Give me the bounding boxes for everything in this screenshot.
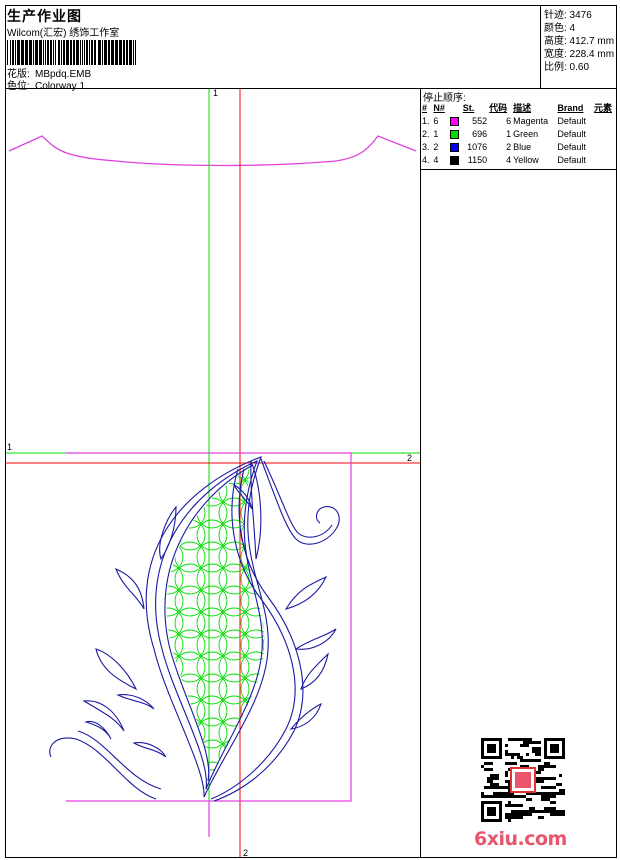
row-needle: 4 [433, 154, 439, 165]
row-swatch [449, 153, 462, 166]
row-brand: Default [557, 115, 586, 126]
table-row: 4. 4 1150 4 Yellow Default [421, 153, 617, 166]
neckline-outline [8, 135, 417, 167]
guide-label-h2: 2 [407, 453, 412, 463]
table-row: 1. 6 552 6 Magenta Default [421, 114, 617, 127]
row-brand: Default [557, 141, 586, 152]
color-swatch [449, 129, 459, 139]
color-swatch [449, 116, 459, 126]
col-needle: N# [433, 102, 445, 113]
design-canvas: 1 1 2 2 [6, 89, 420, 857]
row-element [593, 127, 617, 140]
row-element [593, 114, 617, 127]
row-needle: 1 [433, 128, 439, 139]
row-swatch [449, 114, 462, 127]
panel-divider [420, 88, 421, 858]
stop-sequence-table: # N# St. 代码 描述 Brand 元素 1. 6 552 6 Magenta De… [421, 101, 617, 166]
color-swatch [449, 142, 459, 152]
row-index: 4. [422, 154, 430, 165]
row-desc: Yellow [513, 154, 539, 165]
row-stitches: 552 [472, 115, 488, 126]
table-divider [420, 169, 617, 170]
row-swatch [449, 127, 462, 140]
row-element [593, 140, 617, 153]
guide-label-v1: 1 [213, 89, 218, 98]
row-index: 2. [422, 128, 430, 139]
row-stitches: 696 [472, 128, 488, 139]
col-desc: 描述 [513, 103, 532, 113]
row-code: 6 [506, 115, 512, 126]
color-swatch [449, 155, 459, 165]
qr-code-icon [481, 738, 565, 822]
row-desc: Magenta [513, 115, 549, 126]
row-code: 1 [506, 128, 512, 139]
row-desc: Green [513, 128, 539, 139]
row-desc: Blue [513, 141, 532, 152]
page-title: 生产作业图 [7, 8, 82, 24]
row-brand: Default [557, 128, 586, 139]
stop-sequence-panel: 停止顺序: # N# St. 代码 描述 Brand 元素 1. 6 552 6 Mag… [421, 89, 617, 169]
row-brand: Default [557, 154, 586, 165]
col-brand: Brand [557, 102, 584, 113]
row-code: 4 [506, 154, 512, 165]
row-swatch [449, 140, 462, 153]
guide-label-v2: 2 [243, 848, 248, 857]
row-index: 3. [422, 141, 430, 152]
table-row: 2. 1 696 1 Green Default [421, 127, 617, 140]
row-stitches: 1150 [467, 154, 488, 165]
watermark-text: 6xiu.com [474, 828, 567, 850]
col-swatch [449, 101, 462, 114]
barcode-icon [7, 40, 136, 65]
scale-value: 比例: 0.60 [544, 62, 590, 73]
row-code: 2 [506, 141, 512, 152]
col-stitches: St. [462, 102, 475, 113]
stats-box: 针迹: 3476 颜色: 4 高度: 412.7 mm 宽度: 228.4 mm… [540, 5, 617, 89]
green-fill-pattern [166, 467, 265, 779]
row-index: 1. [422, 115, 430, 126]
table-header-row: # N# St. 代码 描述 Brand 元素 [421, 101, 617, 114]
leaf-design [49, 456, 340, 802]
row-element [593, 153, 617, 166]
header-info: 生产作业图 Wilcom(汇宏) 绣饰工作室 花版: MBpdq.EMB 色位: C… [6, 6, 539, 92]
col-element: 元素 [593, 103, 612, 113]
row-needle: 6 [433, 115, 439, 126]
col-code: 代码 [489, 103, 508, 113]
guide-label-h1: 1 [7, 442, 12, 452]
row-needle: 2 [433, 141, 439, 152]
col-index: # [422, 102, 428, 113]
studio-name: Wilcom(汇宏) 绣饰工作室 [7, 28, 120, 39]
row-stitches: 1076 [467, 141, 488, 152]
table-row: 3. 2 1076 2 Blue Default [421, 140, 617, 153]
